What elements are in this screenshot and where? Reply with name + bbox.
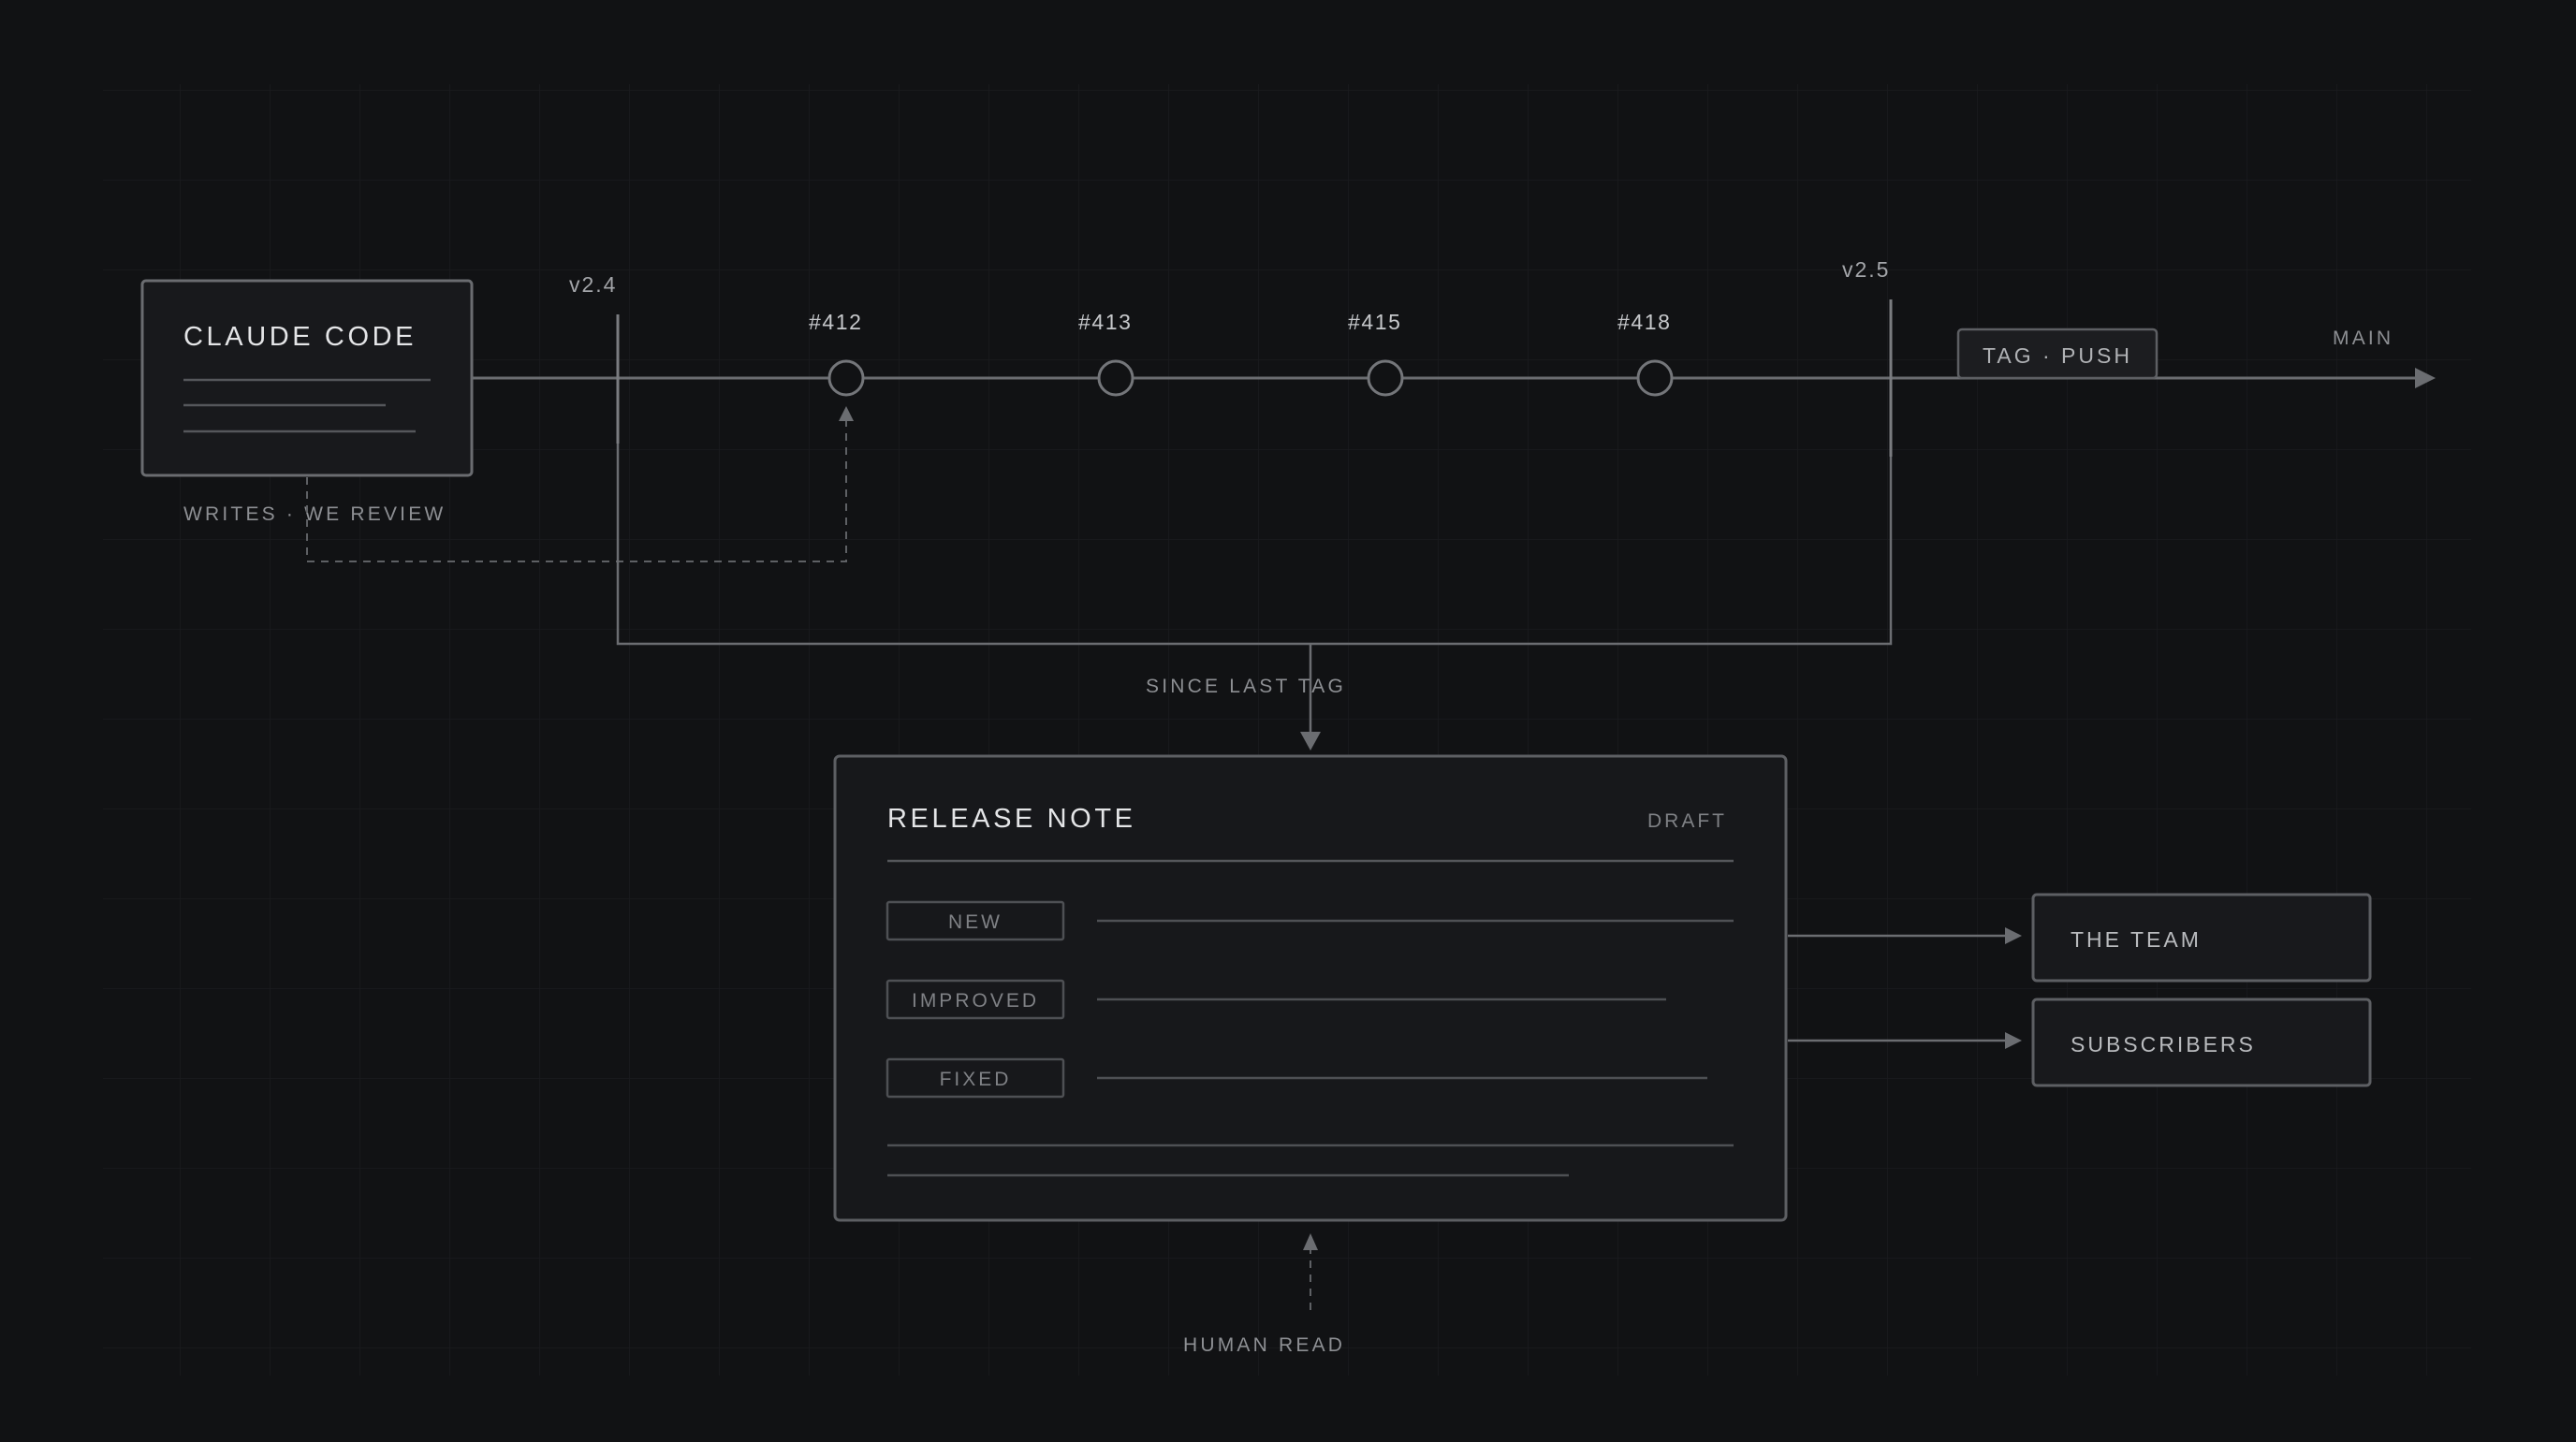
- claude-code-card: CLAUDE CODE: [140, 279, 474, 477]
- commit-node[interactable]: [827, 359, 865, 397]
- claude-code-title: CLAUDE CODE: [183, 322, 417, 352]
- section-new-label: NEW: [948, 911, 1003, 933]
- release-flow-diagram: MAIN v2.4 v2.5 #412 #413 #415 #418 TAG ·…: [0, 0, 2576, 1437]
- claude-code-card-frame: [140, 279, 474, 477]
- commit-label: #412: [809, 310, 863, 334]
- audience-subscribers: SUBSCRIBERS: [2031, 998, 2372, 1087]
- commit-node[interactable]: [1097, 359, 1134, 397]
- section-fixed-label: FIXED: [940, 1069, 1012, 1090]
- release-note-status: DRAFT: [1647, 810, 1727, 832]
- tag-push-button-label: TAG · PUSH: [1983, 343, 2132, 368]
- audience-the-team-label: THE TEAM: [2071, 927, 2202, 952]
- branch-label: MAIN: [2333, 328, 2393, 349]
- claude-code-caption: WRITES · WE REVIEW: [183, 503, 446, 525]
- commit-label: #413: [1078, 310, 1133, 334]
- audience-subscribers-label: SUBSCRIBERS: [2071, 1032, 2256, 1056]
- commit-node[interactable]: [1367, 359, 1404, 397]
- tag-label-v2-4: v2.4: [569, 272, 617, 297]
- commit-label: #415: [1348, 310, 1402, 334]
- release-note-panel: RELEASE NOTE DRAFT NEW IMPROVED FIXED: [833, 754, 1788, 1222]
- audience-the-team: THE TEAM: [2031, 893, 2372, 983]
- human-read-label: HUMAN READ: [1183, 1334, 1345, 1356]
- tag-push-button[interactable]: TAG · PUSH: [1956, 328, 2159, 380]
- tag-label-v2-5: v2.5: [1842, 257, 1890, 282]
- section-improved-label: IMPROVED: [912, 990, 1039, 1012]
- range-label: SINCE LAST TAG: [1146, 676, 1346, 697]
- commit-label: #418: [1617, 310, 1672, 334]
- release-note-title: RELEASE NOTE: [887, 804, 1136, 834]
- commit-node[interactable]: [1636, 359, 1674, 397]
